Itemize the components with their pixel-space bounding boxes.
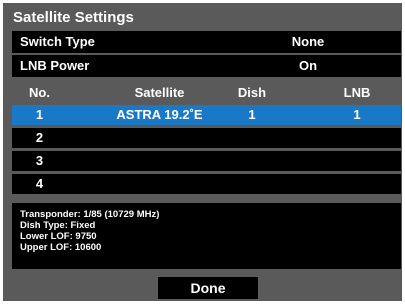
table-row[interactable]: 3 bbox=[12, 151, 401, 171]
transponder-info-panel: Transponder: 1/85 (10729 MHz) Dish Type:… bbox=[12, 203, 401, 269]
row-dish: 1 bbox=[248, 107, 256, 122]
switch-type-row[interactable]: Switch Type None bbox=[12, 31, 401, 53]
dish-type-text: Dish Type: Fixed bbox=[20, 220, 96, 231]
row-no: 3 bbox=[35, 153, 44, 168]
table-row[interactable]: 4 bbox=[12, 174, 401, 194]
header-dish: Dish bbox=[237, 85, 267, 100]
table-row[interactable]: 1 ASTRA 19.2˚E 1 1 bbox=[12, 105, 401, 125]
switch-type-label: Switch Type bbox=[20, 34, 95, 49]
row-satellite: ASTRA 19.2˚E bbox=[116, 107, 203, 122]
dialog-title: Satellite Settings bbox=[13, 9, 134, 26]
row-no: 1 bbox=[35, 107, 44, 122]
header-no: No. bbox=[29, 85, 50, 100]
lnb-power-row[interactable]: LNB Power On bbox=[12, 55, 401, 77]
header-lnb: LNB bbox=[343, 85, 371, 100]
row-lnb: 1 bbox=[353, 107, 361, 122]
done-button[interactable]: Done bbox=[158, 277, 258, 299]
lnb-power-label: LNB Power bbox=[20, 58, 90, 73]
satellite-settings-dialog: Satellite Settings Switch Type None LNB … bbox=[3, 3, 402, 301]
header-satellite: Satellite bbox=[134, 85, 185, 100]
table-row[interactable]: 2 bbox=[12, 128, 401, 148]
satellite-table-header: No. Satellite Dish LNB bbox=[12, 82, 401, 104]
row-no: 4 bbox=[35, 176, 44, 191]
transponder-text: Transponder: 1/85 (10729 MHz) bbox=[20, 209, 160, 220]
switch-type-value: None bbox=[291, 34, 325, 49]
upper-lof-text: Upper LOF: 10600 bbox=[20, 242, 102, 253]
row-no: 2 bbox=[35, 130, 44, 145]
lnb-power-value: On bbox=[298, 58, 318, 73]
lower-lof-text: Lower LOF: 9750 bbox=[20, 231, 97, 242]
